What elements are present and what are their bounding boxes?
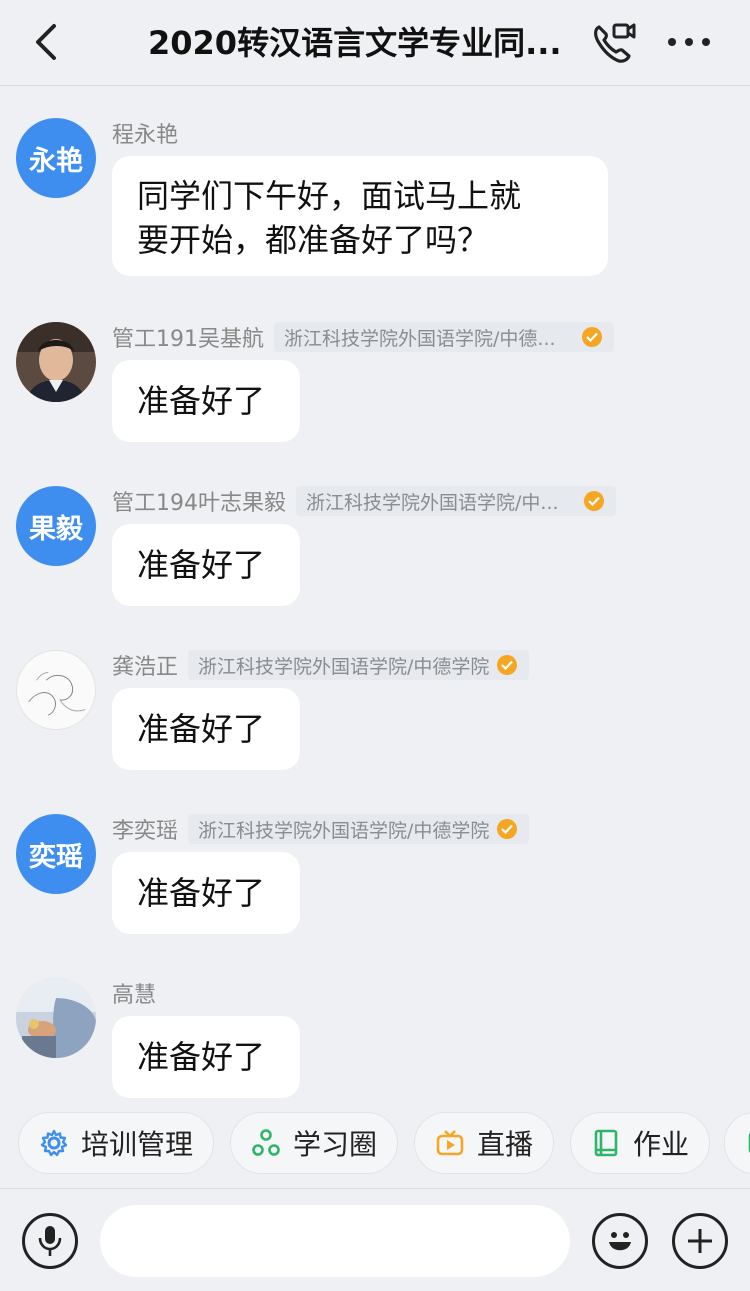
sender-row: 龚浩正 浙江科技学院外国语学院/中德学院 <box>112 650 530 680</box>
verified-icon <box>582 327 602 347</box>
book-icon <box>594 1129 618 1157</box>
quick-actions-bar: 培训管理 学习圈 直播 作业 <box>0 1108 750 1178</box>
message-bubble[interactable]: 准备好了 <box>112 688 300 770</box>
quick-action-live[interactable]: 直播 <box>414 1112 555 1174</box>
message-bubble[interactable]: 准备好了 <box>112 852 300 934</box>
chat-title: 2020转汉语言文学专业同... <box>148 24 562 62</box>
avatar-initials: 果毅 <box>29 513 83 545</box>
quick-action-training[interactable]: 培训管理 <box>18 1112 215 1174</box>
quick-action-label: 直播 <box>477 1128 534 1161</box>
plus-icon <box>688 1229 712 1253</box>
add-button[interactable] <box>672 1213 728 1269</box>
message-bubble[interactable]: 准备好了 <box>112 1016 300 1098</box>
verified-icon <box>497 819 518 839</box>
quick-action-label: 培训管理 <box>81 1128 194 1161</box>
quick-action-more[interactable] <box>724 1112 750 1174</box>
more-button[interactable] <box>664 22 714 62</box>
avatar[interactable]: 奕瑶 <box>16 814 96 894</box>
message-input[interactable] <box>100 1205 570 1277</box>
call-button[interactable] <box>588 18 638 68</box>
quick-action-study-circle[interactable]: 学习圈 <box>230 1112 399 1174</box>
sender-name: 管工194叶志果毅 <box>112 491 286 516</box>
org-name: 浙江科技学院外国语学院/中德学院 <box>198 655 490 678</box>
avatar[interactable] <box>16 978 96 1058</box>
voice-button[interactable] <box>22 1213 78 1269</box>
org-badge: 浙江科技学院外国语学院/中德... <box>274 322 614 352</box>
avatar-photo <box>16 322 96 402</box>
gear-icon <box>40 1129 68 1157</box>
phone-video-icon <box>594 23 636 63</box>
quick-action-homework[interactable]: 作业 <box>570 1112 711 1174</box>
org-name: 浙江科技学院外国语学院/中德... <box>284 327 556 350</box>
green-icon <box>748 1132 750 1154</box>
org-badge: 浙江科技学院外国语学院/中德学院 <box>188 650 530 680</box>
input-bar <box>0 1188 750 1291</box>
sender-name: 管工191吴基航 <box>112 327 264 352</box>
chat-header: 2020转汉语言文学专业同... <box>0 0 750 86</box>
message-bubble[interactable]: 同学们下午好，面试马上就 要开始，都准备好了吗？ <box>112 156 608 276</box>
quick-action-label: 学习圈 <box>293 1128 378 1161</box>
org-name: 浙江科技学院外国语学院/中德学院 <box>198 819 490 842</box>
circle-nodes-icon <box>252 1129 280 1156</box>
avatar[interactable] <box>16 650 96 730</box>
message-bubble[interactable]: 准备好了 <box>112 360 300 442</box>
sender-row: 管工194叶志果毅 浙江科技学院外国语学院/中... <box>112 486 616 516</box>
sender-name: 高慧 <box>112 983 157 1008</box>
sender-row: 高慧 <box>112 978 156 1008</box>
sender-row: 管工191吴基航 浙江科技学院外国语学院/中德... <box>112 322 614 352</box>
more-horizontal-icon <box>668 38 710 46</box>
sender-name: 程永艳 <box>112 123 179 148</box>
back-button[interactable] <box>26 20 66 64</box>
org-name: 浙江科技学院外国语学院/中... <box>306 491 559 514</box>
avatar[interactable] <box>16 322 96 402</box>
message-bubble[interactable]: 准备好了 <box>112 524 300 606</box>
verified-icon <box>584 491 604 511</box>
microphone-icon <box>38 1226 62 1256</box>
avatar-initials: 奕瑶 <box>29 841 83 873</box>
avatar[interactable]: 永艳 <box>16 118 96 198</box>
verified-icon <box>497 655 518 675</box>
emoji-icon <box>609 1232 631 1251</box>
sender-row: 程永艳 <box>112 118 178 148</box>
sender-row: 李奕瑶 浙江科技学院外国语学院/中德学院 <box>112 814 530 844</box>
avatar[interactable]: 果毅 <box>16 486 96 566</box>
avatar-initials: 永艳 <box>29 145 83 177</box>
emoji-button[interactable] <box>592 1213 648 1269</box>
sender-name: 龚浩正 <box>112 655 179 680</box>
avatar-sketch <box>28 671 86 716</box>
sender-name: 李奕瑶 <box>112 819 179 844</box>
live-tv-icon <box>436 1130 464 1156</box>
avatar-photo <box>16 978 96 1058</box>
chevron-left-icon <box>36 24 56 60</box>
org-badge: 浙江科技学院外国语学院/中... <box>296 486 616 516</box>
org-badge: 浙江科技学院外国语学院/中德学院 <box>188 814 530 844</box>
quick-action-label: 作业 <box>633 1128 690 1161</box>
